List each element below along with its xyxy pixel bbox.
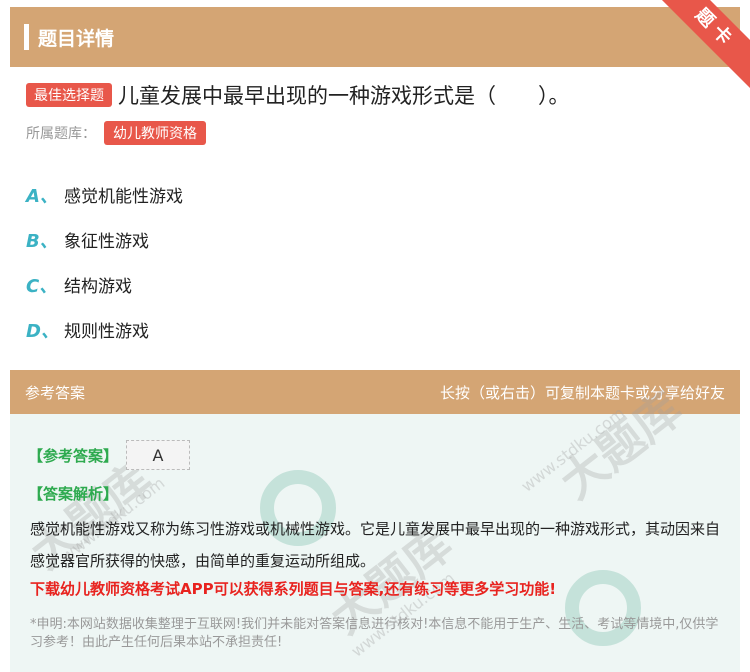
option-b[interactable]: B、 象征性游戏 <box>26 217 183 262</box>
share-hint: 长按（或右击）可复制本题卡或分享给好友 <box>439 383 725 402</box>
bank-label: 所属题库： <box>26 126 96 142</box>
option-text: 结构游戏 <box>64 277 132 297</box>
question-bank-row: 所属题库： 幼儿教师资格 <box>26 121 206 145</box>
option-letter: C、 <box>26 275 58 297</box>
watermark-url: www.stdku.com <box>517 403 629 496</box>
option-text: 感觉机能性游戏 <box>64 187 183 207</box>
option-letter: A、 <box>26 185 58 207</box>
disclaimer-text: *申明:本网站数据收集整理于互联网!我们并未能对答案信息进行核对!本信息不能用于… <box>30 617 719 650</box>
answer-section: 参考答案 长按（或右击）可复制本题卡或分享给好友 大题库 大题库 大题库 www… <box>10 370 740 672</box>
answer-header: 参考答案 长按（或右击）可复制本题卡或分享给好友 <box>10 370 740 414</box>
header-accent-bar <box>24 24 29 50</box>
option-text: 象征性游戏 <box>64 232 149 252</box>
analysis-text: 感觉机能性游戏又称为练习性游戏或机械性游戏。它是儿童发展中最早出现的一种游戏形式… <box>30 520 721 570</box>
answer-label: 【参考答案】 <box>28 446 119 465</box>
question-type-tag: 最佳选择题 <box>26 83 112 107</box>
answer-value: A <box>126 440 191 470</box>
option-text: 规则性游戏 <box>64 322 149 342</box>
option-c[interactable]: C、 结构游戏 <box>26 262 183 307</box>
question-row: 最佳选择题 儿童发展中最早出现的一种游戏形式是（ ）。 <box>26 80 736 110</box>
bank-tag[interactable]: 幼儿教师资格 <box>104 121 206 145</box>
question-text: 儿童发展中最早出现的一种游戏形式是（ ）。 <box>118 84 570 108</box>
answer-header-title: 参考答案 <box>25 383 86 402</box>
corner-ribbon-wrap: 题卡 <box>650 0 750 90</box>
reference-answer-row: 【参考答案】 A <box>28 440 191 470</box>
corner-ribbon[interactable]: 题卡 <box>650 0 750 90</box>
app-promo-link[interactable]: 下载幼儿教师资格考试APP可以获得系列题目与答案,还有练习等更多学习功能! <box>30 578 556 599</box>
header-title: 题目详情 <box>38 27 115 50</box>
option-letter: D、 <box>26 320 59 342</box>
option-d[interactable]: D、 规则性游戏 <box>26 307 183 352</box>
option-letter: B、 <box>26 230 58 252</box>
option-a[interactable]: A、 感觉机能性游戏 <box>26 172 183 217</box>
analysis-label: 【答案解析】 <box>28 485 119 503</box>
options-list: A、 感觉机能性游戏 B、 象征性游戏 C、 结构游戏 D、 规则性游戏 <box>26 172 183 352</box>
detail-header: 题目详情 <box>10 7 740 67</box>
